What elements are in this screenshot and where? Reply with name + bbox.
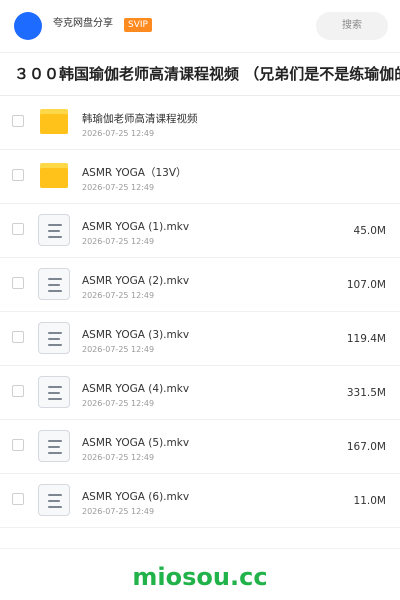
file-date: 2026-07-25 12:49 — [82, 399, 155, 408]
video-file-icon — [38, 214, 70, 246]
video-file-icon — [38, 376, 70, 408]
share-page: 夸克网盘分享 SVIP 搜索 ３００韩国瑜伽老师高清课程视频 （兄弟们是不是练瑜… — [0, 0, 400, 600]
file-name: ASMR YOGA (6).mkv — [82, 491, 190, 503]
file-date: 2026-07-25 12:49 — [82, 183, 155, 192]
file-name: ASMR YOGA (3).mkv — [82, 329, 190, 341]
brand-label: 夸克网盘分享 — [53, 18, 113, 29]
file-size: 11.0M — [353, 495, 386, 507]
file-name: ASMR YOGA (1).mkv — [82, 221, 190, 233]
select-checkbox[interactable] — [12, 223, 24, 235]
watermark: miosou.cc — [132, 563, 268, 591]
file-row[interactable]: ASMR YOGA (1).mkv 2026-07-25 12:49 45.0M — [0, 204, 400, 258]
file-date: 2026-07-25 12:49 — [82, 291, 155, 300]
video-file-icon — [38, 268, 70, 300]
header: 夸克网盘分享 SVIP 搜索 — [0, 0, 400, 53]
footer-divider — [0, 548, 400, 549]
select-checkbox[interactable] — [12, 385, 24, 397]
file-date: 2026-07-25 12:49 — [82, 507, 155, 516]
file-list: 韩瑜伽老师高清课程视频 2026-07-25 12:49 ASMR YOGA（13V… — [0, 96, 400, 528]
page-title: ３００韩国瑜伽老师高清课程视频 （兄弟们是不是练瑜伽的 — [14, 65, 400, 83]
select-checkbox[interactable] — [12, 493, 24, 505]
file-size: 119.4M — [346, 333, 386, 345]
video-file-icon — [38, 430, 70, 462]
folder-icon — [40, 163, 68, 188]
select-checkbox[interactable] — [12, 115, 24, 127]
file-date: 2026-07-25 12:49 — [82, 453, 155, 462]
select-checkbox[interactable] — [12, 331, 24, 343]
search-button[interactable]: 搜索 — [316, 12, 388, 40]
file-size: 45.0M — [353, 225, 386, 237]
avatar[interactable] — [14, 12, 42, 40]
file-date: 2026-07-25 12:49 — [82, 345, 155, 354]
file-name: ASMR YOGA (5).mkv — [82, 437, 190, 449]
file-row[interactable]: ASMR YOGA (5).mkv 2026-07-25 12:49 167.0M — [0, 420, 400, 474]
file-date: 2026-07-25 12:49 — [82, 129, 155, 138]
file-size: 167.0M — [346, 441, 386, 453]
file-row[interactable]: ASMR YOGA (4).mkv 2026-07-25 12:49 331.5M — [0, 366, 400, 420]
file-name: ASMR YOGA (2).mkv — [82, 275, 190, 287]
file-row[interactable]: ASMR YOGA (6).mkv 2026-07-25 12:49 11.0M — [0, 474, 400, 528]
video-file-icon — [38, 322, 70, 354]
file-row[interactable]: ASMR YOGA（13V） 2026-07-25 12:49 — [0, 150, 400, 204]
select-checkbox[interactable] — [12, 439, 24, 451]
file-row[interactable]: ASMR YOGA (2).mkv 2026-07-25 12:49 107.0M — [0, 258, 400, 312]
select-checkbox[interactable] — [12, 169, 24, 181]
file-size: 107.0M — [346, 279, 386, 291]
file-name: ASMR YOGA（13V） — [82, 167, 187, 179]
svip-badge: SVIP — [124, 18, 152, 32]
file-row[interactable]: ASMR YOGA (3).mkv 2026-07-25 12:49 119.4M — [0, 312, 400, 366]
title-bar: ３００韩国瑜伽老师高清课程视频 （兄弟们是不是练瑜伽的 — [0, 53, 400, 96]
video-file-icon — [38, 484, 70, 516]
file-size: 331.5M — [346, 387, 386, 399]
file-name: 韩瑜伽老师高清课程视频 — [82, 113, 198, 125]
file-row[interactable]: 韩瑜伽老师高清课程视频 2026-07-25 12:49 — [0, 96, 400, 150]
file-date: 2026-07-25 12:49 — [82, 237, 155, 246]
folder-icon — [40, 109, 68, 134]
file-name: ASMR YOGA (4).mkv — [82, 383, 190, 395]
select-checkbox[interactable] — [12, 277, 24, 289]
